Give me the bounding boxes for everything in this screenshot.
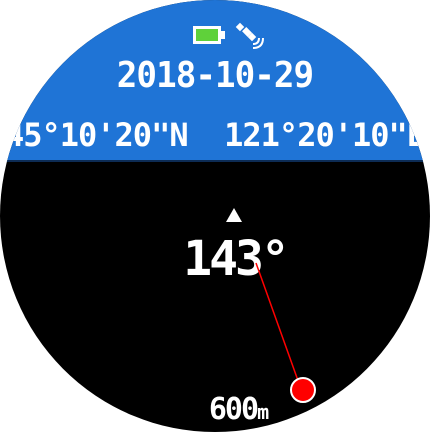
distance-value: 600 [208,392,259,427]
satellite-signal-icon [235,22,264,49]
status-bar [192,20,282,54]
heading-display: 143° [183,231,290,287]
battery-full-icon [193,26,225,44]
coordinates-display: 45°10'20"N 121°20'10"E [0,116,430,154]
date-display: 2018-10-29 [116,55,314,96]
north-triangle-icon [226,208,242,222]
longitude-text: 121°20'10"E [224,116,426,154]
watch-face: 2018-10-29 45°10'20"N 121°20'10"E 143° 6… [0,0,430,432]
latitude-text: 45°10'20"N [4,116,189,154]
screen: 2018-10-29 45°10'20"N 121°20'10"E 143° 6… [0,0,430,432]
distance-unit: m [257,400,270,424]
distance-display: 600m [0,392,430,427]
header-divider [0,160,430,162]
